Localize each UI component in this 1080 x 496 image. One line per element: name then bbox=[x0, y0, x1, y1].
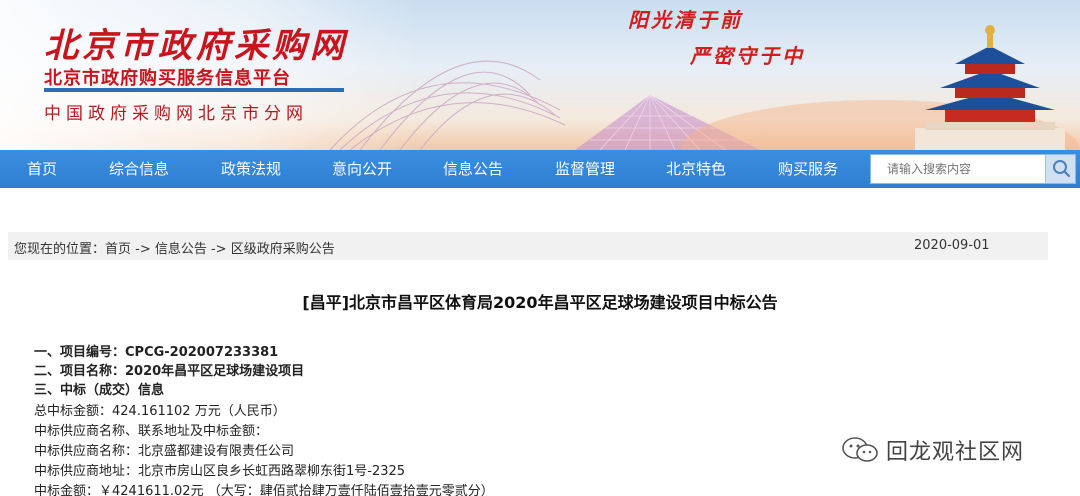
slogan-2: 严密守于中 bbox=[690, 44, 805, 68]
watermark: 回龙观社区网 bbox=[840, 432, 1024, 468]
nav-item-purchase-services[interactable]: 购买服务 bbox=[769, 150, 847, 188]
nav-item-intentions[interactable]: 意向公开 bbox=[323, 150, 401, 188]
search-button[interactable] bbox=[1045, 155, 1075, 183]
subtitle-divider bbox=[44, 88, 344, 92]
article-line: 中标供应商名称：北京盛都建设有限责任公司 bbox=[34, 444, 295, 459]
article-line: 总中标金额：424.161102 万元（人民币） bbox=[34, 404, 286, 419]
breadcrumb: 您现在的位置：首页 -> 信息公告 -> 区级政府采购公告 2020-09-01 bbox=[8, 232, 1048, 260]
nav-item-supervision[interactable]: 监督管理 bbox=[546, 150, 624, 188]
nav-item-announcements[interactable]: 信息公告 bbox=[434, 150, 512, 188]
search-icon bbox=[1053, 160, 1071, 178]
nav-item-general-info[interactable]: 综合信息 bbox=[100, 150, 178, 188]
site-title: 北京市政府采购网 bbox=[44, 26, 348, 66]
wechat-icon bbox=[842, 437, 878, 462]
nav-item-beijing-features[interactable]: 北京特色 bbox=[657, 150, 735, 188]
publish-date: 2020-09-01 bbox=[914, 238, 990, 253]
nav-item-policies[interactable]: 政策法规 bbox=[212, 150, 290, 188]
search-box bbox=[870, 154, 1076, 184]
site-subtitle: 北京市政府购买服务信息平台 bbox=[44, 68, 291, 89]
article-line: 一、项目编号：CPCG-202007233381 bbox=[34, 345, 279, 360]
watermark-text: 回龙观社区网 bbox=[886, 440, 1025, 465]
article-line: 中标供应商名称、联系地址及中标金额： bbox=[34, 424, 269, 439]
breadcrumb-text[interactable]: 您现在的位置：首页 -> 信息公告 -> 区级政府采购公告 bbox=[14, 238, 335, 257]
article-line: 二、项目名称：2020年昌平区足球场建设项目 bbox=[34, 364, 305, 379]
slogan-1: 阳光清于前 bbox=[628, 8, 743, 32]
article-line: 三、中标（成交）信息 bbox=[34, 383, 165, 398]
search-input[interactable] bbox=[871, 155, 1047, 183]
article-title: [昌平]北京市昌平区体育局2020年昌平区足球场建设项目中标公告 bbox=[302, 293, 778, 312]
article-line: 中标供应商地址：北京市房山区良乡长虹西路翠柳东街1号-2325 bbox=[34, 464, 406, 479]
temple-icon bbox=[915, 25, 1065, 150]
site-subtitle-2: 中国政府采购网北京市分网 bbox=[44, 104, 308, 124]
header-banner: 北京市政府采购网 北京市政府购买服务信息平台 中国政府采购网北京市分网 阳光清于… bbox=[0, 0, 1080, 150]
article-line: 中标金额：￥4241611.02元 （大写：肆佰贰拾肆万壹仟陆佰壹拾壹元零贰分） bbox=[34, 484, 494, 496]
nav-item-home[interactable]: 首页 bbox=[12, 150, 72, 188]
